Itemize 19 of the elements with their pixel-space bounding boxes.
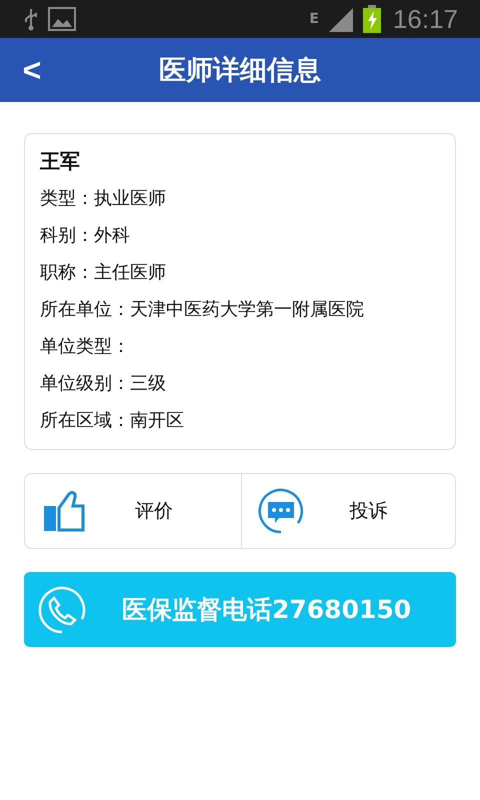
- page-title: 医师详细信息: [159, 54, 321, 88]
- thumbs-up-icon: [43, 490, 87, 532]
- info-line: 类型：执业医师: [40, 187, 167, 211]
- phone-icon: [38, 586, 86, 634]
- clock: 16:17: [392, 4, 458, 34]
- info-line: 职称：主任医师: [40, 261, 167, 285]
- signal-icon: [326, 6, 355, 32]
- chat-bubble-icon: [258, 488, 304, 534]
- info-line: 科别：外科: [40, 224, 131, 248]
- info-line: 单位类型：: [40, 335, 131, 359]
- info-line: 所在区域：南开区: [40, 409, 185, 433]
- doctor-name: 王军: [40, 148, 81, 175]
- network-type: E: [309, 11, 319, 27]
- battery-icon: [362, 5, 381, 33]
- image-icon: [48, 7, 76, 31]
- info-line: 单位级别：三级: [40, 372, 167, 396]
- usb-icon: [22, 7, 40, 31]
- back-button[interactable]: <: [14, 48, 50, 92]
- info-line: 所在单位：天津中医药大学第一附属医院: [40, 298, 365, 322]
